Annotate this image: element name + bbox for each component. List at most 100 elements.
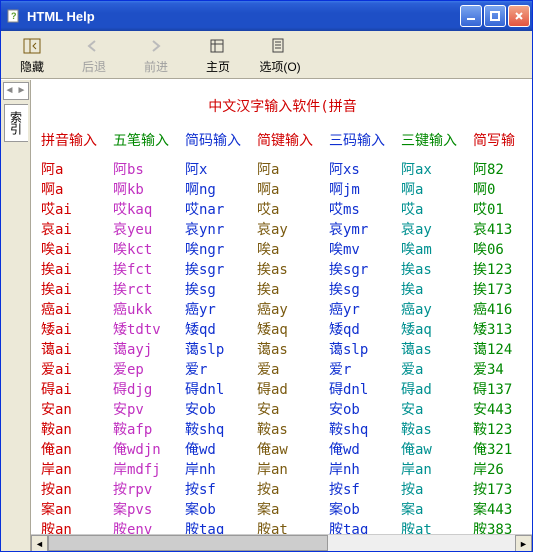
table-row: 矮ai矮tdtv矮qd矮aq矮qd矮aq矮313: [41, 320, 524, 340]
table-cell: 唉kct: [113, 240, 185, 260]
table-cell: 安ob: [185, 400, 257, 420]
table-cell: 碍ad: [257, 380, 329, 400]
minimize-button[interactable]: [460, 5, 482, 27]
table-cell: 癌ay: [401, 300, 473, 320]
table-cell: 安an: [41, 400, 113, 420]
home-button[interactable]: 主页: [193, 35, 243, 75]
table-row: 啊a啊kb啊ng啊a啊jm啊a啊0: [41, 180, 524, 200]
content-pane: 中文汉字输入软件(拼音 拼音输入五笔输入简码输入简键输入三码输入三键输入简写输 …: [31, 80, 532, 551]
table-cell: 爱ai: [41, 360, 113, 380]
table-row: 碍ai碍djg碍dnl碍ad碍dnl碍ad碍137: [41, 380, 524, 400]
chevron-right-icon: ►: [16, 83, 28, 99]
table-cell: 爱r: [185, 360, 257, 380]
table-cell: 蔼slp: [185, 340, 257, 360]
table-cell: 安ob: [329, 400, 401, 420]
table-cell: 啊kb: [113, 180, 185, 200]
forward-icon: [145, 35, 167, 57]
table-cell: 啊a: [257, 180, 329, 200]
table-cell: 蔼ayj: [113, 340, 185, 360]
table-cell: 阿a: [41, 160, 113, 180]
table-cell: 阿a: [257, 160, 329, 180]
data-rows: 阿a阿bs阿x阿a阿xs阿ax阿82啊a啊kb啊ng啊a啊jm啊a啊0哎ai哎k…: [41, 160, 524, 540]
table-cell: 哀yeu: [113, 220, 185, 240]
toolbar: 隐藏 后退 前进 主页 选项(O): [1, 31, 532, 79]
table-cell: 哎a: [257, 200, 329, 220]
svg-text:?: ?: [11, 11, 17, 21]
table-cell: 按sf: [185, 480, 257, 500]
window-title: HTML Help: [27, 9, 460, 24]
table-cell: 啊a: [41, 180, 113, 200]
table-row: 安an安pv安ob安a安ob安a安443: [41, 400, 524, 420]
table-cell: 挨sgr: [329, 260, 401, 280]
table-row: 爱ai爱ep爱r爱a爱r爱a爱34: [41, 360, 524, 380]
table-cell: 俺321: [473, 440, 532, 460]
table-cell: 挨sg: [185, 280, 257, 300]
table-row: 鞍an鞍afp鞍shq鞍as鞍shq鞍as鞍123: [41, 420, 524, 440]
table-cell: 安pv: [113, 400, 185, 420]
table-cell: 俺wd: [185, 440, 257, 460]
table-row: 挨ai挨fct挨sgr挨as挨sgr挨as挨123: [41, 260, 524, 280]
table-cell: 挨rct: [113, 280, 185, 300]
back-icon: [83, 35, 105, 57]
table-cell: 爱ep: [113, 360, 185, 380]
table-cell: 哎01: [473, 200, 532, 220]
table-cell: 唉mv: [329, 240, 401, 260]
column-header: 五笔输入: [113, 130, 185, 150]
close-button[interactable]: [508, 5, 530, 27]
table-cell: 案ob: [185, 500, 257, 520]
table-cell: 案pvs: [113, 500, 185, 520]
table-cell: 按rpv: [113, 480, 185, 500]
table-cell: 矮aq: [401, 320, 473, 340]
table-cell: 哀ynr: [185, 220, 257, 240]
column-header: 三键输入: [401, 130, 473, 150]
table-cell: 哀ay: [401, 220, 473, 240]
chevron-left-icon: ◄: [4, 83, 16, 99]
table-cell: 挨ai: [41, 260, 113, 280]
table-cell: 碍djg: [113, 380, 185, 400]
table-row: 俺an俺wdjn俺wd俺aw俺wd俺aw俺321: [41, 440, 524, 460]
table-cell: 蔼as: [257, 340, 329, 360]
table-cell: 岸nh: [329, 460, 401, 480]
table-cell: 鞍shq: [185, 420, 257, 440]
tab-index[interactable]: 索引: [4, 104, 28, 142]
table-cell: 挨sgr: [185, 260, 257, 280]
table-cell: 挨123: [473, 260, 532, 280]
table-cell: 矮aq: [257, 320, 329, 340]
table-cell: 安443: [473, 400, 532, 420]
table-cell: 按173: [473, 480, 532, 500]
table-row: 挨ai挨rct挨sg挨a挨sg挨a挨173: [41, 280, 524, 300]
table-cell: 碍ad: [401, 380, 473, 400]
table-cell: 碍dnl: [185, 380, 257, 400]
table-cell: 哎ms: [329, 200, 401, 220]
table-cell: 鞍shq: [329, 420, 401, 440]
table-cell: 阿bs: [113, 160, 185, 180]
table-cell: 哎a: [401, 200, 473, 220]
scroll-track[interactable]: [48, 535, 515, 551]
hide-label: 隐藏: [20, 58, 44, 75]
titlebar[interactable]: ? HTML Help: [1, 1, 532, 31]
table-row: 阿a阿bs阿x阿a阿xs阿ax阿82: [41, 160, 524, 180]
window: ? HTML Help 隐藏 后退 前进 主页 选项(O): [0, 0, 533, 552]
options-button[interactable]: 选项(O): [255, 35, 305, 75]
scroll-right-button[interactable]: ►: [515, 535, 532, 551]
table-cell: 啊ng: [185, 180, 257, 200]
scroll-left-button[interactable]: ◄: [31, 535, 48, 551]
back-label: 后退: [82, 58, 106, 75]
table-cell: 俺wdjn: [113, 440, 185, 460]
options-label: 选项(O): [259, 58, 300, 75]
hide-button[interactable]: 隐藏: [7, 35, 57, 75]
column-header: 简写输: [473, 130, 532, 150]
table-cell: 蔼ai: [41, 340, 113, 360]
nav-scroll[interactable]: ◄►: [3, 82, 29, 100]
column-header: 拼音输入: [41, 130, 113, 150]
table-cell: 唉ngr: [185, 240, 257, 260]
table-cell: 哎nar: [185, 200, 257, 220]
scroll-thumb[interactable]: [48, 535, 328, 551]
table-cell: 唉am: [401, 240, 473, 260]
table-cell: 哀413: [473, 220, 532, 240]
table-cell: 碍ai: [41, 380, 113, 400]
back-button: 后退: [69, 35, 119, 75]
table-cell: 啊0: [473, 180, 532, 200]
horizontal-scrollbar[interactable]: ◄ ►: [31, 534, 532, 551]
maximize-button[interactable]: [484, 5, 506, 27]
